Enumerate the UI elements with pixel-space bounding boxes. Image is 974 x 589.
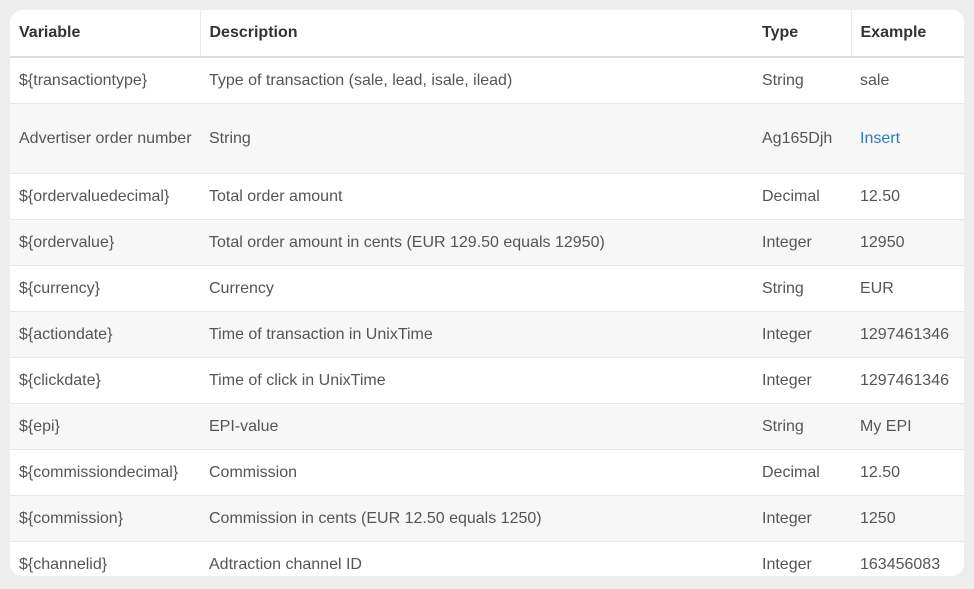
table-row: ${ordervalue} Total order amount in cent… <box>10 219 964 266</box>
cell-example: EUR <box>851 265 964 312</box>
cell-description: Total order amount <box>200 173 753 220</box>
cell-type: Integer <box>753 311 851 358</box>
cell-description: Currency <box>200 265 753 312</box>
cell-variable: ${transactiontype} <box>19 71 148 89</box>
header-type: Type <box>753 10 851 58</box>
cell-type: Integer <box>753 219 851 266</box>
table-row: ${epi} EPI-value String My EPI <box>10 403 964 450</box>
cell-example: 163456083 <box>851 541 964 576</box>
cell-variable: Advertiser order number <box>10 103 200 174</box>
cell-description: Time of click in UnixTime <box>200 357 753 404</box>
table-row: ${commission} Commission in cents (EUR 1… <box>10 495 964 542</box>
cell-description: Time of transaction in UnixTime <box>200 311 753 358</box>
cell-type: Integer <box>753 541 851 576</box>
cell-variable: ${commissiondecimal} <box>10 449 200 496</box>
cell-description: EPI-value <box>200 403 753 450</box>
cell-example: 12.50 <box>851 173 964 220</box>
cell-example: 1297461346 <box>851 311 964 358</box>
cell-description: Adtraction channel ID <box>200 541 753 576</box>
cell-type: String <box>753 265 851 312</box>
cell-type: String <box>762 71 804 89</box>
header-variable: Variable <box>10 10 200 58</box>
cell-example: 1250 <box>851 495 964 542</box>
header-example: Example <box>850 10 964 58</box>
variables-table: Variable Description Type Example ${tran… <box>10 10 964 576</box>
cell-description: Type of transaction (sale, lead, isale, … <box>209 71 513 89</box>
cell-variable: ${actiondate} <box>10 311 200 358</box>
cell-example: My EPI <box>851 403 964 450</box>
cell-description: Commission in cents (EUR 12.50 equals 12… <box>200 495 753 542</box>
cell-type: Decimal <box>753 173 851 220</box>
cell-example: 12950 <box>851 219 964 266</box>
table-row: Advertiser order number String Ag165Djh … <box>10 103 964 174</box>
cell-variable: ${epi} <box>10 403 200 450</box>
cell-type: Decimal <box>753 449 851 496</box>
table-row: ${ordervaluedecimal} Total order amount … <box>10 173 964 220</box>
cell-description: Commission <box>200 449 753 496</box>
cell-example: Insert <box>851 103 964 174</box>
cell-example: 12.50 <box>851 449 964 496</box>
cell-type: Integer <box>753 357 851 404</box>
cell-variable: ${ordervaluedecimal} <box>10 173 200 220</box>
cell-variable: ${currency} <box>10 265 200 312</box>
cell-variable: ${commission} <box>10 495 200 542</box>
insert-link[interactable]: Insert <box>860 130 900 147</box>
cell-description: Total order amount in cents (EUR 129.50 … <box>200 219 753 266</box>
header-description: Description <box>199 10 753 58</box>
cell-type: Integer <box>753 495 851 542</box>
cell-variable: ${channelid} <box>10 541 200 576</box>
cell-type: String <box>753 403 851 450</box>
table-row: ${channelid} Adtraction channel ID Integ… <box>10 541 964 576</box>
cell-example: 1297461346 <box>851 357 964 404</box>
cell-description: String <box>200 103 753 174</box>
table-row: ${commissiondecimal} Commission Decimal … <box>10 449 964 496</box>
table-header-row: Variable Description Type Example <box>10 10 964 58</box>
table-row: ${transactiontype} Type of transaction (… <box>10 57 964 104</box>
table-row: ${actiondate} Time of transaction in Uni… <box>10 311 964 358</box>
table-row: ${clickdate} Time of click in UnixTime I… <box>10 357 964 404</box>
cell-type: Ag165Djh <box>753 103 851 174</box>
cell-variable: ${ordervalue} <box>10 219 200 266</box>
cell-example: sale <box>860 71 890 89</box>
table-row: ${currency} Currency String EUR <box>10 265 964 312</box>
cell-variable: ${clickdate} <box>10 357 200 404</box>
variables-table-card: Variable Description Type Example ${tran… <box>10 10 964 576</box>
